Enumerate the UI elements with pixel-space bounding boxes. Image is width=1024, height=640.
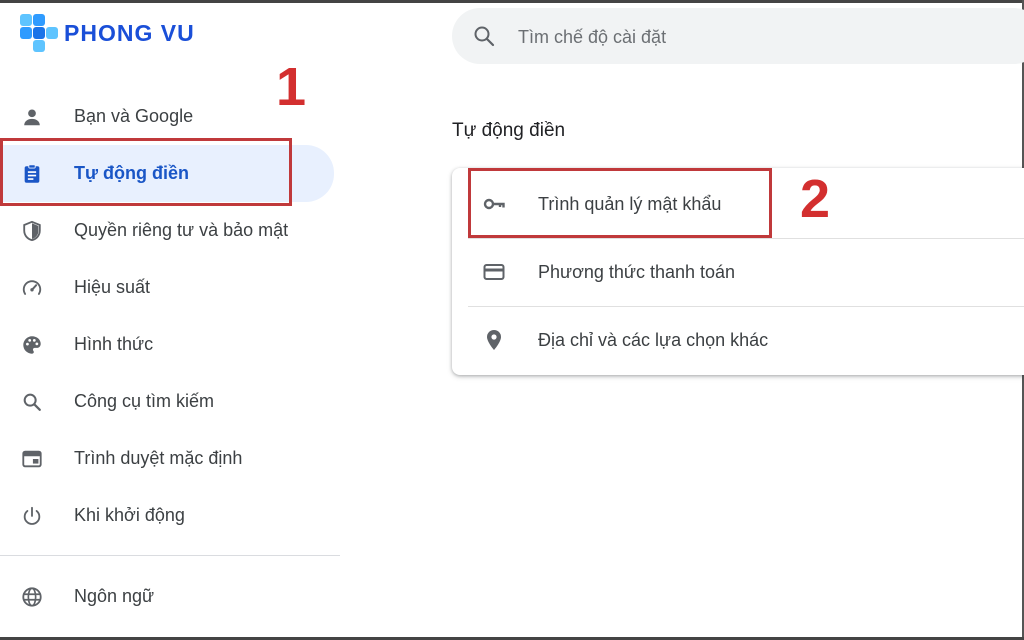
palette-icon: [20, 333, 44, 357]
shield-icon: [20, 219, 44, 243]
callout-number-2: 2: [800, 169, 831, 229]
phong-vu-logo-icon: [20, 14, 58, 52]
sidebar-item-label: Hiệu suất: [74, 277, 151, 297]
sidebar-item-label: Khi khởi động: [74, 505, 185, 525]
sidebar-item-privacy-security[interactable]: Quyền riêng tư và bảo mật: [0, 202, 340, 259]
sidebar-item-languages[interactable]: Ngôn ngữ: [0, 568, 340, 625]
row-payment-methods[interactable]: Phương thức thanh toán: [452, 238, 1024, 306]
sidebar-item-label: Quyền riêng tư và bảo mật: [74, 220, 289, 240]
phong-vu-logo: PHONG VU: [20, 14, 213, 52]
sidebar-item-label: Bạn và Google: [74, 106, 194, 126]
sidebar-divider: [0, 555, 340, 556]
search-icon: [474, 26, 495, 47]
callout-highlight-autofill: [0, 138, 292, 206]
sidebar-item-label: Trình duyệt mặc định: [74, 448, 243, 468]
sidebar-item-on-startup[interactable]: Khi khởi động: [0, 487, 340, 544]
globe-icon: [20, 585, 44, 609]
person-icon: [20, 105, 44, 129]
callout-number-1: 1: [276, 57, 307, 117]
sidebar-item-search-engine[interactable]: Công cụ tìm kiếm: [0, 373, 340, 430]
section-title: Tự động điền: [452, 120, 566, 141]
window-top-border: [0, 0, 1024, 3]
settings-search-input[interactable]: [516, 22, 1000, 52]
settings-search-bar[interactable]: [452, 8, 1024, 64]
sidebar-item-label: Hình thức: [74, 334, 154, 354]
sidebar-item-performance[interactable]: Hiệu suất: [0, 259, 340, 316]
power-icon: [20, 504, 44, 528]
search-icon: [20, 390, 44, 414]
row-label: Phương thức thanh toán: [538, 261, 736, 282]
browser-icon: [20, 447, 44, 471]
sidebar-item-appearance[interactable]: Hình thức: [0, 316, 340, 373]
sidebar-item-default-browser[interactable]: Trình duyệt mặc định: [0, 430, 340, 487]
location-pin-icon: [482, 328, 506, 352]
sidebar-item-label: Công cụ tìm kiếm: [74, 391, 215, 411]
logo-text: PHONG VU: [64, 19, 195, 46]
row-label: Địa chỉ và các lựa chọn khác: [538, 329, 769, 350]
row-addresses[interactable]: Địa chỉ và các lựa chọn khác: [452, 306, 1024, 374]
sidebar-item-label: Ngôn ngữ: [74, 586, 155, 606]
speedometer-icon: [20, 276, 44, 300]
callout-highlight-password-manager: [468, 168, 772, 238]
sidebar-language-group: Ngôn ngữ: [0, 568, 340, 625]
credit-card-icon: [482, 260, 506, 284]
